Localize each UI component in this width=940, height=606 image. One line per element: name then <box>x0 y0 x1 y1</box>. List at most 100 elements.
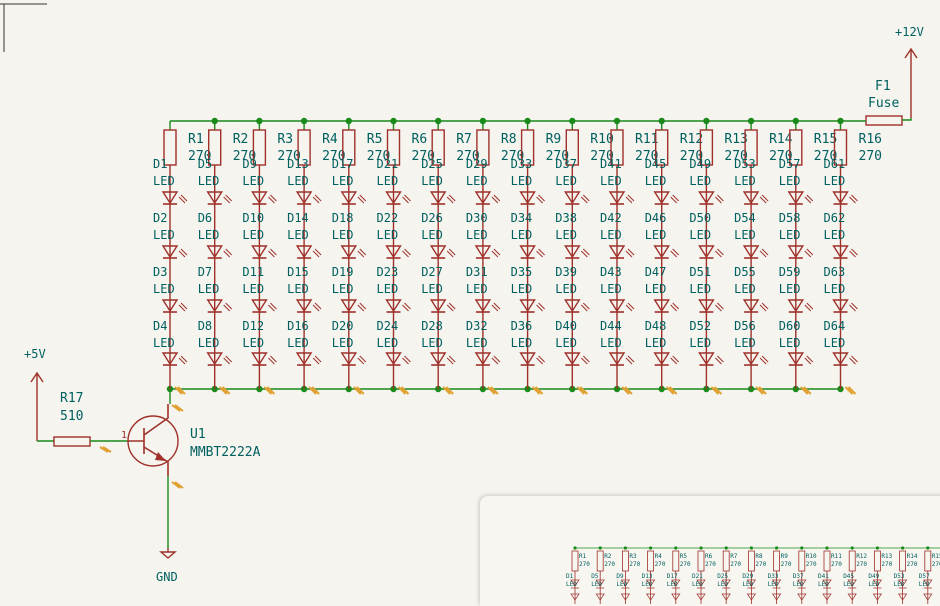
svg-text:D33: D33 <box>768 573 779 580</box>
led-value: LED <box>779 174 801 188</box>
led-ref: D56 <box>734 319 756 333</box>
svg-text:LED: LED <box>717 581 728 588</box>
led-ref: D62 <box>824 211 846 225</box>
led-value: LED <box>689 228 711 242</box>
power-5v-label: +5V <box>24 347 46 361</box>
resistor-ref: R4 <box>322 132 338 147</box>
svg-text:270: 270 <box>932 561 940 568</box>
led-value: LED <box>466 174 488 188</box>
r17-ref: R17 <box>60 391 83 406</box>
led-ref: D12 <box>242 319 264 333</box>
led-value: LED <box>600 336 622 350</box>
page-border <box>0 3 47 52</box>
pin-marker <box>487 386 499 395</box>
svg-text:270: 270 <box>629 561 640 568</box>
led-value: LED <box>689 336 711 350</box>
led-ref: D28 <box>421 319 443 333</box>
svg-text:D1: D1 <box>566 573 574 580</box>
pin-marker <box>353 386 365 395</box>
led-ref: D49 <box>689 157 711 171</box>
led-column: R16 270 D61 LED D62 LED D63 LED D64 LED <box>824 117 882 395</box>
led-ref: D1 <box>153 157 167 171</box>
preview-canvas: R1270D1LEDR2270D5LEDR3270D9LEDR4270D13LE… <box>566 546 940 604</box>
led-value: LED <box>779 282 801 296</box>
gnd-symbol[interactable]: GND <box>156 548 178 584</box>
u1-value: MMBT2222A <box>190 445 261 460</box>
fuse-value: Fuse <box>868 96 899 111</box>
led-value: LED <box>734 228 756 242</box>
svg-text:R3: R3 <box>629 553 637 560</box>
svg-text:270: 270 <box>907 561 918 568</box>
svg-text:R9: R9 <box>781 553 789 560</box>
svg-text:R8: R8 <box>755 553 763 560</box>
svg-text:270: 270 <box>781 561 792 568</box>
svg-text:270: 270 <box>655 561 666 568</box>
led-ref: D51 <box>689 265 711 279</box>
led-value: LED <box>153 282 175 296</box>
led-value: LED <box>242 336 264 350</box>
svg-text:LED: LED <box>692 581 703 588</box>
led-ref: D63 <box>824 265 846 279</box>
led-ref: D54 <box>734 211 756 225</box>
led-ref: D6 <box>198 211 212 225</box>
led-ref: D55 <box>734 265 756 279</box>
pin-marker <box>755 386 767 395</box>
svg-text:LED: LED <box>793 581 804 588</box>
led-value: LED <box>466 336 488 350</box>
preview-mini-schematic: R1270D1LEDR2270D5LEDR3270D9LEDR4270D13LE… <box>566 546 940 604</box>
led-ref: D29 <box>466 157 488 171</box>
svg-text:R1: R1 <box>579 553 587 560</box>
led-value: LED <box>734 174 756 188</box>
led-value: LED <box>734 336 756 350</box>
resistor-ref: R8 <box>501 132 517 147</box>
resistor-ref: R2 <box>233 132 249 147</box>
led-ref: D52 <box>689 319 711 333</box>
led-value: LED <box>287 282 309 296</box>
led-ref: D20 <box>332 319 354 333</box>
led-ref: D14 <box>287 211 309 225</box>
svg-text:270: 270 <box>806 561 817 568</box>
led-ref: D13 <box>287 157 309 171</box>
svg-text:LED: LED <box>868 581 879 588</box>
led-value: LED <box>287 336 309 350</box>
led-ref: D8 <box>198 319 212 333</box>
led-ref: D11 <box>242 265 264 279</box>
led-ref: D42 <box>600 211 622 225</box>
power-12v-symbol[interactable]: +12V <box>895 25 924 118</box>
pin-marker <box>621 386 633 395</box>
pin-marker <box>218 386 231 395</box>
svg-text:270: 270 <box>856 561 867 568</box>
led-value: LED <box>779 336 801 350</box>
marker-r17 <box>99 446 112 453</box>
led-ref: D50 <box>689 211 711 225</box>
led-value: LED <box>332 174 354 188</box>
resistor-ref: R7 <box>456 132 472 147</box>
led-ref: D24 <box>377 319 399 333</box>
led-ref: D30 <box>466 211 488 225</box>
led-ref: D57 <box>779 157 801 171</box>
led-value: LED <box>511 282 533 296</box>
pin-marker <box>174 386 186 395</box>
svg-text:D9: D9 <box>616 573 624 580</box>
svg-text:R6: R6 <box>705 553 713 560</box>
svg-text:270: 270 <box>604 561 615 568</box>
svg-text:LED: LED <box>818 581 829 588</box>
transistor-u1[interactable]: 1 U1 MMBT2222A <box>121 404 261 476</box>
resistor-value: 270 <box>859 149 882 164</box>
svg-text:LED: LED <box>667 581 678 588</box>
svg-text:LED: LED <box>616 581 627 588</box>
resistor-ref: R16 <box>859 132 882 147</box>
led-value: LED <box>421 174 443 188</box>
schematic-preview-window[interactable]: R1 270 D1 LED R2 270 D5 LED R3 270 D9 LED R4 270 D13 LE… <box>480 496 940 606</box>
fuse-f1[interactable]: F1 Fuse <box>865 79 903 126</box>
led-ref: D18 <box>332 211 354 225</box>
led-ref: D36 <box>511 319 533 333</box>
resistor-r17[interactable]: R17 510 <box>53 391 91 447</box>
power-5v-symbol[interactable]: +5V <box>24 347 46 441</box>
led-ref: D40 <box>555 319 577 333</box>
led-ref: D16 <box>287 319 309 333</box>
svg-text:D45: D45 <box>843 573 854 580</box>
led-ref: D47 <box>645 265 667 279</box>
led-ref: D34 <box>511 211 533 225</box>
svg-text:270: 270 <box>755 561 766 568</box>
